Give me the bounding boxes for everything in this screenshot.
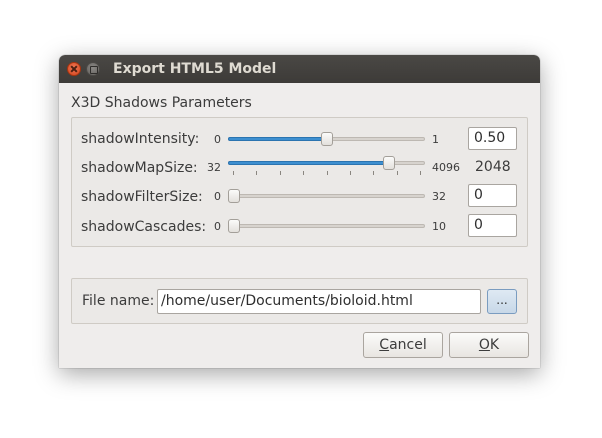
close-window-icon[interactable] (67, 62, 81, 76)
cancel-label-rest: ancel (389, 337, 427, 353)
shadow-cascades-spinbox[interactable]: 0 (468, 214, 517, 237)
ok-button[interactable]: OK (449, 332, 529, 358)
slider-tick (256, 171, 257, 175)
shadow-cascades-slider-handle[interactable] (228, 219, 240, 233)
shadow-filter-size-label: shadowFilterSize: (81, 189, 203, 205)
shadow-filter-size-max: 32 (432, 190, 446, 203)
ok-label-rest: K (489, 337, 500, 353)
slider-tick (420, 171, 421, 175)
shadow-intensity-spinbox[interactable]: 0.50 (468, 127, 517, 150)
slider-tick (350, 171, 351, 175)
file-name-input[interactable]: /home/user/Documents/bioloid.html (157, 289, 481, 314)
slider-tick (373, 171, 374, 175)
export-dialog: Export HTML5 Model X3D Shadows Parameter… (59, 55, 540, 368)
shadow-filter-size-slider-handle[interactable] (228, 189, 240, 203)
minimize-window-icon[interactable] (86, 62, 100, 76)
shadow-map-size-slider-fill (228, 161, 389, 165)
shadow-filter-size-slider[interactable] (228, 194, 425, 198)
shadow-cascades-max: 10 (432, 220, 446, 233)
title-bar[interactable]: Export HTML5 Model (59, 55, 540, 83)
shadow-intensity-label: shadowIntensity: (81, 131, 200, 147)
browse-button[interactable]: ... (487, 289, 517, 314)
slider-tick (327, 171, 328, 175)
shadow-intensity-slider-fill (228, 137, 327, 141)
slider-tick (397, 171, 398, 175)
shadow-intensity-min: 0 (214, 133, 221, 146)
shadow-map-size-min: 32 (207, 161, 221, 174)
slider-tick (233, 171, 234, 175)
ok-mnemonic: O (478, 337, 490, 353)
window-title: Export HTML5 Model (113, 61, 277, 77)
shadow-cascades-slider[interactable] (228, 224, 425, 228)
slider-tick (303, 171, 304, 175)
shadow-map-size-max: 4096 (432, 161, 460, 174)
shadow-intensity-max: 1 (432, 133, 439, 146)
shadow-cascades-label: shadowCascades: (81, 219, 207, 235)
cancel-button[interactable]: Cancel (363, 332, 443, 358)
shadows-group-title: X3D Shadows Parameters (71, 95, 252, 111)
shadow-cascades-min: 0 (214, 220, 221, 233)
cancel-mnemonic: C (379, 337, 390, 353)
shadow-map-size-value: 2048 (475, 159, 511, 175)
slider-tick (280, 171, 281, 175)
shadow-filter-size-spinbox[interactable]: 0 (468, 184, 517, 207)
file-name-label: File name: (82, 293, 155, 309)
shadow-intensity-slider-handle[interactable] (321, 132, 333, 146)
shadow-map-size-label: shadowMapSize: (81, 160, 198, 176)
shadow-map-size-slider-handle[interactable] (383, 156, 395, 170)
shadow-filter-size-min: 0 (214, 190, 221, 203)
